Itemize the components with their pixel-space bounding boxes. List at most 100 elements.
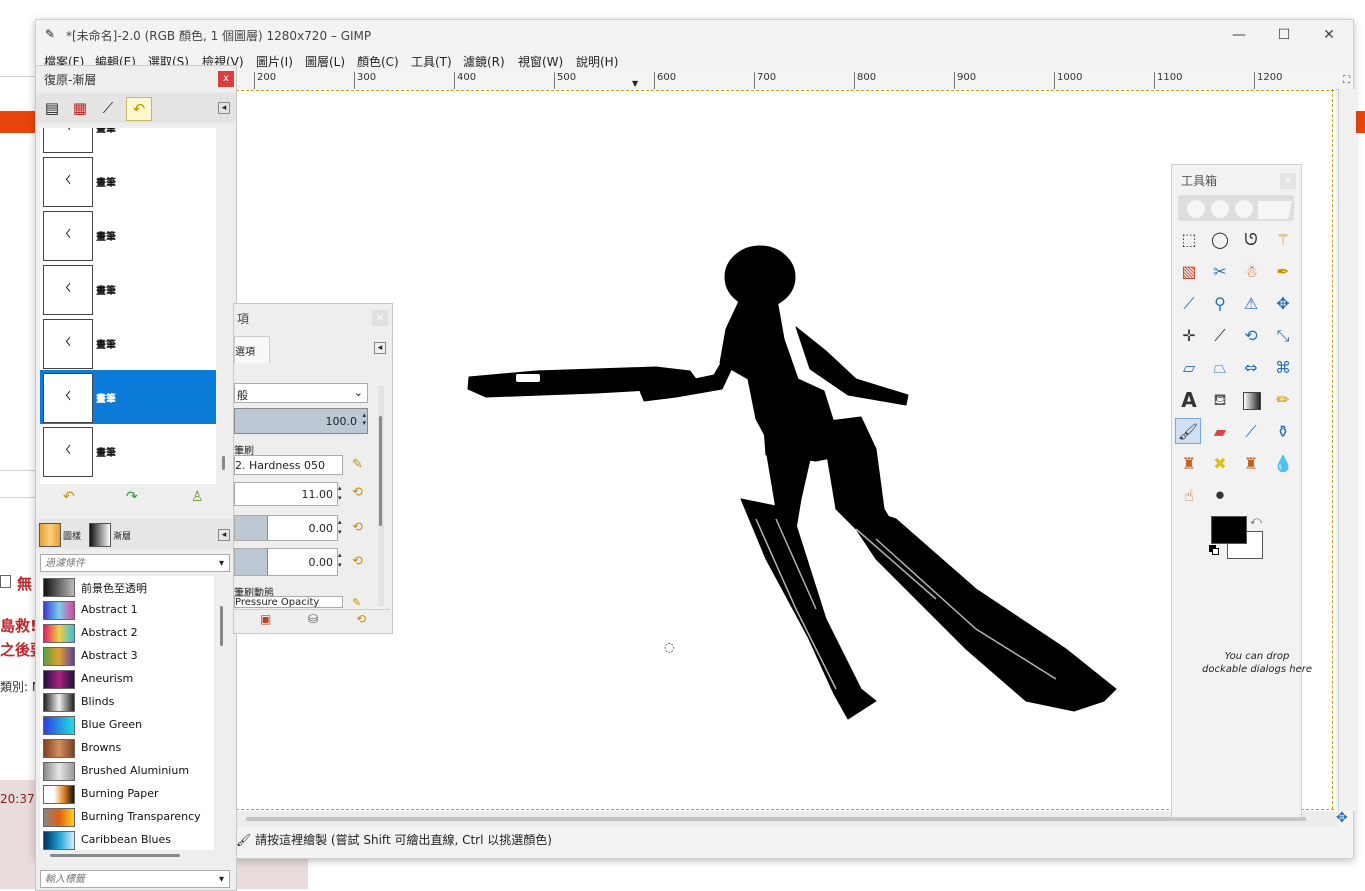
foreground-select-icon[interactable]: ☃: [1238, 259, 1264, 285]
clone-icon[interactable]: ♜: [1176, 451, 1202, 477]
tool-options-close[interactable]: ×: [372, 310, 388, 326]
opacity-slider[interactable]: 100.0 ▴ ▾: [234, 408, 368, 434]
scroll-thumb[interactable]: [246, 817, 1306, 821]
blend-icon[interactable]: [1238, 387, 1264, 413]
menu-layer[interactable]: 圖層(L): [305, 53, 345, 70]
perspective-icon[interactable]: ⏢: [1207, 355, 1233, 381]
paintbrush-tool-icon[interactable]: 🖌: [1175, 418, 1201, 444]
scroll-thumb[interactable]: [50, 854, 180, 857]
gradient-item[interactable]: Blinds: [40, 691, 214, 714]
eraser-icon[interactable]: ▰: [1207, 419, 1233, 445]
gradient-item[interactable]: Burning Transparency: [40, 806, 214, 829]
flip-icon[interactable]: ⇔: [1238, 355, 1264, 381]
undo-entry[interactable]: ᚲ 畫筆: [40, 262, 216, 316]
heal-icon[interactable]: ✖: [1207, 451, 1233, 477]
filter-dropdown[interactable]: 過濾條件 ▾: [40, 554, 230, 572]
bucket-fill-icon[interactable]: ⛾: [1207, 387, 1233, 413]
reset-icon[interactable]: ⟲: [352, 554, 363, 569]
gradient-list-hscrollbar[interactable]: [40, 850, 214, 862]
menu-filters[interactable]: 濾鏡(R): [463, 53, 505, 70]
ink-icon[interactable]: ⚱: [1270, 419, 1296, 445]
clear-history-icon[interactable]: ♙: [191, 489, 204, 505]
spin-arrows-icon[interactable]: ▴ ▾: [338, 483, 342, 503]
zoom-icon[interactable]: ⚲: [1207, 291, 1233, 317]
crop-icon[interactable]: ⟋: [1207, 323, 1233, 349]
mode-dropdown[interactable]: 般 ⌄: [234, 383, 368, 403]
gradient-item[interactable]: Browns: [40, 737, 214, 760]
ellipse-select-icon[interactable]: ◯: [1207, 227, 1233, 253]
gradient-item[interactable]: Caribbean Blues: [40, 829, 214, 850]
color-picker-icon[interactable]: ⟋: [1176, 291, 1202, 317]
gradient-item[interactable]: Aneurism: [40, 668, 214, 691]
size-field[interactable]: 11.00: [234, 482, 338, 506]
delete-options-icon[interactable]: ⛁: [308, 612, 318, 626]
gradient-item[interactable]: Blue Green: [40, 714, 214, 737]
color-select-icon[interactable]: ▧: [1176, 259, 1202, 285]
undo-list-scrollbar[interactable]: [218, 128, 230, 484]
undo-entry[interactable]: ᚲ 畫筆: [40, 208, 216, 262]
menu-help[interactable]: 說明(H): [576, 53, 618, 70]
menu-image[interactable]: 圖片(I): [256, 53, 293, 70]
scale-icon[interactable]: ⤡: [1270, 323, 1296, 349]
rect-select-icon[interactable]: ⬚: [1176, 227, 1202, 253]
measure-icon[interactable]: ⚠: [1238, 291, 1264, 317]
toolbox-close[interactable]: ×: [1280, 173, 1296, 189]
smudge-icon[interactable]: ☝: [1176, 483, 1202, 509]
close-button[interactable]: ✕: [1315, 25, 1343, 45]
scroll-thumb[interactable]: [220, 606, 223, 646]
foreground-color-swatch[interactable]: [1211, 516, 1247, 544]
scroll-thumb[interactable]: [222, 456, 225, 470]
reset-icon[interactable]: ⟲: [352, 520, 363, 535]
text-tool-icon[interactable]: A: [1176, 387, 1202, 413]
aspect-field[interactable]: 0.00: [234, 515, 338, 541]
gradient-item[interactable]: Brushed Aluminium: [40, 760, 214, 783]
channels-tab-icon[interactable]: ▦: [68, 97, 92, 119]
swap-colors-icon[interactable]: ⤺: [1250, 514, 1262, 528]
patterns-tab-label[interactable]: 圖樣: [63, 529, 81, 542]
gradients-tab-icon[interactable]: [89, 523, 111, 547]
gradient-item[interactable]: 前景色至透明: [40, 576, 214, 599]
edit-brush-icon[interactable]: ✎: [352, 457, 363, 472]
save-options-icon[interactable]: ▣: [260, 612, 271, 626]
default-colors-icon[interactable]: [1209, 545, 1219, 555]
tab-menu-icon[interactable]: ◂: [218, 529, 230, 541]
move-icon[interactable]: ✥: [1270, 291, 1296, 317]
background-checkbox[interactable]: [0, 575, 11, 588]
angle-field[interactable]: 0.00: [234, 548, 338, 576]
reset-options-icon[interactable]: ⟲: [356, 612, 366, 626]
brush-field[interactable]: 2. Hardness 050: [234, 455, 343, 475]
blur-icon[interactable]: 💧: [1270, 451, 1296, 477]
spin-arrows-icon[interactable]: ▴ ▾: [338, 517, 342, 537]
pencil-icon[interactable]: ✏: [1270, 387, 1296, 413]
perspective-clone-icon[interactable]: ♜: [1238, 451, 1264, 477]
undo-entry[interactable]: ᚲ 畫筆: [40, 128, 216, 154]
spin-arrows-icon[interactable]: ▴ ▾: [338, 550, 342, 570]
undo-history-tab-icon[interactable]: ↶: [126, 97, 152, 121]
undo-icon[interactable]: ↶: [63, 489, 75, 505]
gradients-tab-label[interactable]: 漸層: [113, 529, 131, 542]
free-select-icon[interactable]: ᘎ: [1238, 227, 1264, 253]
undo-entry[interactable]: ᚲ 畫筆: [40, 154, 216, 208]
menu-tools[interactable]: 工具(T): [411, 53, 452, 70]
edit-dynamics-icon[interactable]: ✎: [352, 596, 361, 609]
dock-close-button[interactable]: x: [218, 71, 234, 87]
vertical-scrollbar[interactable]: [1338, 89, 1356, 811]
redo-icon[interactable]: ↷: [126, 489, 138, 505]
tab-menu-icon[interactable]: ◂: [374, 342, 386, 354]
dodge-burn-icon[interactable]: ⚫: [1207, 483, 1233, 509]
fuzzy-select-icon[interactable]: ⚚: [1270, 227, 1296, 253]
paths-icon[interactable]: ✒: [1270, 259, 1296, 285]
scroll-thumb[interactable]: [379, 416, 382, 526]
scissors-icon[interactable]: ✂: [1207, 259, 1233, 285]
zoom-fit-icon[interactable]: ⛶: [1338, 72, 1355, 89]
tab-menu-icon[interactable]: ◂: [218, 102, 230, 114]
horizontal-ruler[interactable]: 200 300 400 500 600 700 800 900 1000 110…: [236, 72, 1338, 90]
patterns-tab-icon[interactable]: [39, 523, 61, 547]
cage-transform-icon[interactable]: ⌘: [1270, 355, 1296, 381]
undo-entry[interactable]: ᚲ 畫筆: [40, 316, 216, 370]
airbrush-icon[interactable]: ⟋: [1238, 419, 1264, 445]
gradient-item[interactable]: Burning Paper: [40, 783, 214, 806]
align-icon[interactable]: ✛: [1176, 323, 1202, 349]
gradient-item[interactable]: Abstract 3: [40, 645, 214, 668]
reset-icon[interactable]: ⟲: [352, 485, 363, 500]
